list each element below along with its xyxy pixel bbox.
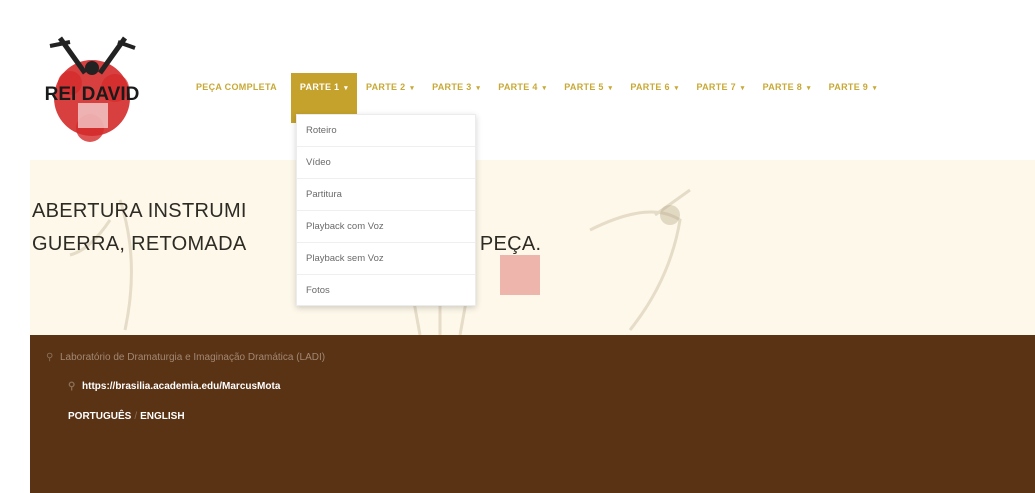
nav-label: PARTE 6	[630, 82, 670, 92]
nav-parte-9[interactable]: PARTE 9 ▾	[820, 73, 886, 114]
nav-label: PARTE 1	[299, 82, 340, 92]
language-switcher: PORTUGUÊS / ENGLISH	[68, 411, 185, 422]
nav-parte-2[interactable]: PARTE 2 ▾	[357, 73, 423, 114]
chevron-down-icon: ▾	[608, 85, 613, 92]
chevron-down-icon: ▾	[476, 85, 481, 92]
lang-portugues[interactable]: PORTUGUÊS	[68, 411, 131, 422]
chevron-down-icon: ▾	[740, 85, 745, 92]
menu-item-video[interactable]: Vídeo	[297, 147, 475, 179]
map-marker-icon: ⚲	[68, 381, 76, 392]
map-marker-icon: ⚲	[46, 352, 54, 363]
nav-parte-7[interactable]: PARTE 7 ▾	[687, 73, 753, 114]
menu-item-fotos[interactable]: Fotos	[297, 275, 475, 306]
lang-english[interactable]: ENGLISH	[140, 411, 184, 422]
lab-name: Laboratório de Dramaturgia e Imaginação …	[60, 352, 326, 363]
nav-label: PEÇA COMPLETA	[196, 82, 277, 92]
menu-item-playback-sem-voz[interactable]: Playback sem Voz	[297, 243, 475, 275]
site-logo[interactable]: REI DAVID	[30, 28, 160, 153]
nav-parte-6[interactable]: PARTE 6 ▾	[621, 73, 687, 114]
menu-item-playback-com-voz[interactable]: Playback com Voz	[297, 211, 475, 243]
nav-label: PARTE 4	[498, 82, 538, 92]
site-footer: ⚲ Laboratório de Dramaturgia e Imaginação…	[30, 335, 1035, 493]
menu-item-partitura[interactable]: Partitura	[297, 179, 475, 211]
footer-link[interactable]: ⚲ https://brasilia.academia.edu/MarcusMot…	[68, 381, 280, 392]
chevron-down-icon: ▾	[872, 85, 877, 92]
chevron-down-icon: ▾	[542, 85, 547, 92]
academia-link[interactable]: https://brasilia.academia.edu/MarcusMota	[82, 381, 280, 392]
lang-separator: /	[134, 411, 138, 422]
nav-parte-4[interactable]: PARTE 4 ▾	[489, 73, 555, 114]
nav-parte-5[interactable]: PARTE 5 ▾	[555, 73, 621, 114]
chevron-down-icon: ▾	[410, 85, 415, 92]
nav-label: PARTE 7	[696, 82, 736, 92]
nav-parte-8[interactable]: PARTE 8 ▾	[754, 73, 820, 114]
chevron-down-icon: ▾	[806, 85, 811, 92]
logo-text: REI DAVID	[45, 84, 140, 105]
chevron-down-icon: ▾	[674, 85, 679, 92]
nav-label: PARTE 9	[828, 82, 869, 92]
chevron-down-icon: ▾	[344, 85, 348, 92]
nav-peca-completa[interactable]: PEÇA COMPLETA	[186, 73, 291, 114]
parte-1-dropdown: Roteiro Vídeo Partitura Playback com Voz…	[296, 114, 476, 306]
nav-label: PARTE 8	[762, 82, 803, 92]
title-line-2-start: GUERRA, RETOMADA	[32, 233, 247, 256]
nav-label: PARTE 5	[564, 82, 604, 92]
nav-parte-3[interactable]: PARTE 3 ▾	[423, 73, 489, 114]
main-nav: PEÇA COMPLETA PARTE 1 ▾ PARTE 2 ▾ PARTE …	[186, 73, 886, 125]
menu-item-roteiro[interactable]: Roteiro	[297, 115, 475, 147]
footer-lab: ⚲ Laboratório de Dramaturgia e Imaginação…	[46, 352, 325, 363]
nav-label: PARTE 3	[432, 82, 472, 92]
nav-label: PARTE 2	[366, 82, 406, 92]
hero-banner: ABERTURA INSTRUMI GUERRA, RETOMADA A PEÇA…	[30, 160, 1035, 335]
